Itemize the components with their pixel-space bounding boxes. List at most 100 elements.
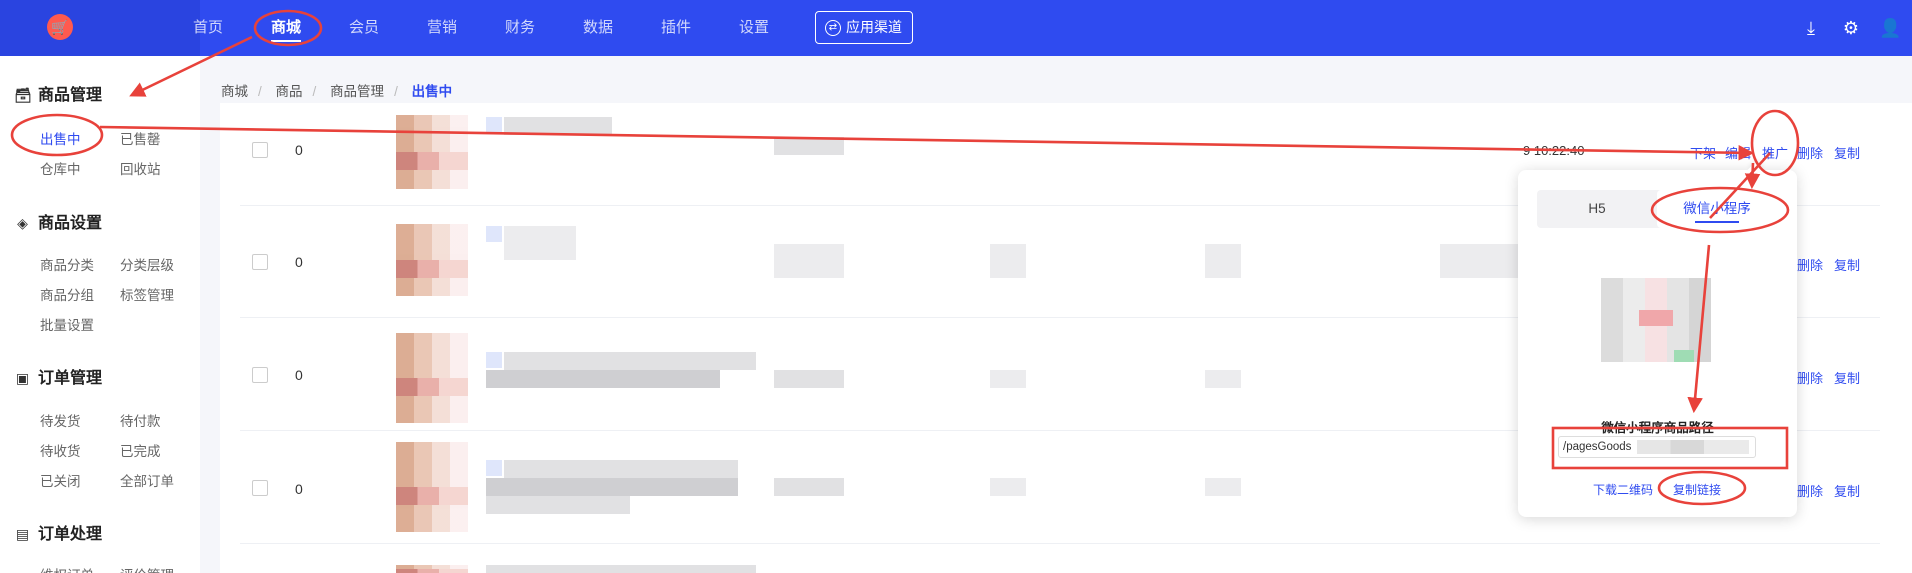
channel-segmented-control: H5 微信小程序 — [1537, 190, 1777, 228]
breadcrumb: 商城 / 商品 / 商品管理 / 出售中 — [221, 84, 453, 99]
app-channel-button[interactable]: ⇄ 应用渠道 — [815, 11, 913, 44]
sidebar-item-to-receive[interactable]: 待收货 — [40, 440, 81, 460]
blurred-content — [1205, 478, 1241, 496]
sidebar-item-category[interactable]: 商品分类 — [40, 254, 94, 274]
sidebar-item-to-pay[interactable]: 待付款 — [120, 410, 161, 430]
copy-link[interactable]: 复制 — [1834, 255, 1860, 274]
copy-link-button[interactable]: 复制链接 — [1673, 481, 1721, 498]
copy-link[interactable]: 复制 — [1834, 481, 1860, 500]
app-channel-label: 应用渠道 — [846, 19, 902, 35]
user-icon[interactable]: 👤 — [1879, 17, 1901, 39]
row-divider — [240, 543, 1880, 544]
delete-link[interactable]: 删除 — [1797, 143, 1823, 162]
blurred-content — [504, 460, 738, 478]
sidebar-item-all-orders[interactable]: 全部订单 — [120, 470, 174, 490]
nav-data[interactable]: 数据 — [583, 0, 613, 56]
breadcrumb-goods[interactable]: 商品 — [276, 84, 303, 99]
nav-plugins[interactable]: 插件 — [661, 0, 691, 56]
blurred-content — [486, 478, 738, 496]
sidebar-item-rights[interactable]: 维权订单 — [40, 564, 94, 573]
blurred-content — [990, 370, 1026, 388]
blurred-content — [486, 565, 756, 573]
layers-icon: ◈ — [17, 215, 28, 231]
product-thumbnail[interactable] — [396, 565, 468, 573]
sidebar-item-to-ship[interactable]: 待发货 — [40, 410, 81, 430]
unlist-link[interactable]: 下架 — [1690, 143, 1716, 162]
miniprogram-path-title: 微信小程序商品路径 — [1601, 421, 1714, 435]
sidebar: 🗃 商品管理 出售中 已售罄 仓库中 回收站 ◈ 商品设置 商品分类 分类层级 … — [0, 56, 200, 573]
sidebar-item-completed[interactable]: 已完成 — [120, 440, 161, 460]
sidebar-section-goods-manage: 🗃 商品管理 — [14, 87, 103, 104]
sidebar-item-recycle[interactable]: 回收站 — [120, 158, 161, 178]
copy-link[interactable]: 复制 — [1834, 368, 1860, 387]
delete-link[interactable]: 删除 — [1797, 368, 1823, 387]
sidebar-item-sold-out[interactable]: 已售罄 — [120, 128, 161, 148]
row-checkbox[interactable] — [252, 480, 268, 496]
qr-code — [1601, 278, 1711, 362]
blurred-content — [1205, 244, 1241, 278]
logo-area: 🛒 — [0, 0, 200, 56]
download-icon[interactable]: ⤓ — [1800, 17, 1822, 39]
blurred-content — [486, 370, 720, 388]
gear-icon[interactable]: ⚙ — [1840, 17, 1862, 39]
kanban-icon: ▣ — [15, 370, 30, 386]
tab-h5[interactable]: H5 — [1537, 190, 1657, 228]
breadcrumb-goods-manage[interactable]: 商品管理 — [330, 84, 384, 99]
row-time: 9 10:22:40 — [1523, 143, 1585, 158]
edit-link[interactable]: 编辑 — [1725, 143, 1751, 162]
sidebar-item-reviews[interactable]: 评价管理 — [120, 564, 174, 573]
blurred-content — [990, 478, 1026, 496]
promote-link[interactable]: 推广 — [1762, 143, 1788, 162]
breadcrumb-mall[interactable]: 商城 — [221, 84, 248, 99]
blurred-content — [774, 244, 844, 278]
sidebar-item-category-level[interactable]: 分类层级 — [120, 254, 174, 274]
sidebar-item-group[interactable]: 商品分组 — [40, 284, 94, 304]
blurred-content — [486, 226, 502, 242]
sidebar-item-tags[interactable]: 标签管理 — [120, 284, 174, 304]
sidebar-item-on-sale[interactable]: 出售中 — [40, 128, 81, 148]
row-stock: 0 — [295, 481, 303, 497]
row-checkbox[interactable] — [252, 142, 268, 158]
row-checkbox[interactable] — [252, 254, 268, 270]
switch-icon: ⇄ — [825, 20, 841, 36]
nav-marketing[interactable]: 营销 — [427, 0, 457, 56]
product-thumbnail[interactable] — [396, 224, 468, 296]
sidebar-section-order-manage: ▣ 订单管理 — [15, 370, 103, 387]
delete-link[interactable]: 删除 — [1797, 481, 1823, 500]
blurred-content — [486, 460, 502, 476]
nav-home[interactable]: 首页 — [193, 0, 223, 56]
product-thumbnail[interactable] — [396, 442, 468, 532]
blurred-content — [504, 117, 612, 135]
miniprogram-path-field[interactable]: /pagesGoods — [1558, 436, 1756, 458]
row-stock: 0 — [295, 254, 303, 270]
tab-wechat-miniprogram[interactable]: 微信小程序 — [1657, 190, 1777, 228]
blurred-content — [774, 370, 844, 388]
download-qr-button[interactable]: 下载二维码 — [1593, 481, 1653, 498]
breadcrumb-current: 出售中 — [411, 84, 453, 99]
nav-finance[interactable]: 财务 — [505, 0, 535, 56]
sidebar-section-order-process: ▤ 订单处理 — [15, 526, 103, 543]
sidebar-item-closed[interactable]: 已关闭 — [40, 470, 81, 490]
blurred-content — [504, 226, 576, 260]
blurred-content — [486, 496, 630, 514]
row-stock: 0 — [295, 142, 303, 158]
blurred-content — [504, 352, 756, 370]
nav-mall[interactable]: 商城 — [271, 0, 302, 56]
blurred-content — [486, 117, 502, 133]
blurred-content — [1440, 244, 1518, 278]
delete-link[interactable]: 删除 — [1797, 255, 1823, 274]
row-stock: 0 — [295, 367, 303, 383]
blurred-content — [990, 244, 1026, 278]
promote-popover: H5 微信小程序 微信小程序商品路径 /pagesGoods 下载二维码 复制链… — [1518, 170, 1797, 517]
nav-settings[interactable]: 设置 — [739, 0, 769, 56]
row-checkbox[interactable] — [252, 367, 268, 383]
copy-link[interactable]: 复制 — [1834, 143, 1860, 162]
blurred-content — [486, 352, 502, 368]
shop-logo-icon[interactable]: 🛒 — [47, 14, 73, 40]
sidebar-item-batch[interactable]: 批量设置 — [40, 314, 94, 334]
nav-members[interactable]: 会员 — [349, 0, 379, 56]
sidebar-item-warehouse[interactable]: 仓库中 — [40, 158, 81, 178]
product-thumbnail[interactable] — [396, 115, 468, 189]
product-thumbnail[interactable] — [396, 333, 468, 423]
blurred-content — [1205, 370, 1241, 388]
